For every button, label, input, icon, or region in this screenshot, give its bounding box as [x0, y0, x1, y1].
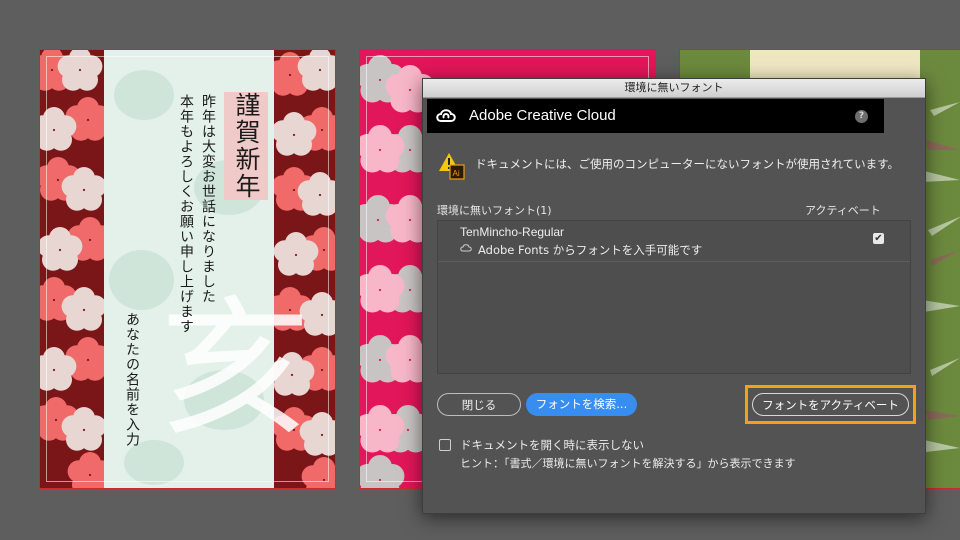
hint-text: ヒント：「書式／環境に無いフォントを解決する」から表示できます: [460, 457, 796, 470]
close-button[interactable]: 閉じる: [437, 393, 521, 416]
warning-ai-icon: Ai: [439, 153, 465, 180]
warning-message: ドキュメントには、ご使用のコンピューターにないフォントが使用されています。: [475, 157, 900, 171]
help-icon[interactable]: ?: [855, 110, 868, 123]
brand-name: Adobe Creative Cloud: [469, 107, 616, 124]
creative-cloud-icon: [460, 244, 472, 252]
artboard-new-year-card-red[interactable]: 亥 謹賀新年 昨年は大変お世話になりました 本年もよろしくお願い申し上げます あ…: [39, 49, 336, 489]
svg-text:Ai: Ai: [453, 169, 460, 178]
dialog-title[interactable]: 環境に無いフォント: [423, 79, 925, 98]
list-item[interactable]: TenMincho-Regular Adobe Fonts からフォントを入手可…: [438, 221, 910, 262]
dont-show-checkbox[interactable]: [439, 439, 451, 451]
missing-font-list[interactable]: TenMincho-Regular Adobe Fonts からフォントを入手可…: [437, 220, 911, 374]
greeting-line-2[interactable]: 本年もよろしくお願い申し上げます: [176, 94, 196, 334]
name-placeholder-text[interactable]: あなたの名前を入力: [122, 312, 142, 447]
cloud-shape: [114, 70, 174, 120]
activate-fonts-button[interactable]: フォントをアクティベート: [752, 393, 909, 416]
missing-fonts-header: 環境に無いフォント(1): [437, 204, 552, 217]
font-source: Adobe Fonts からフォントを入手可能です: [478, 243, 703, 257]
font-name: TenMincho-Regular: [460, 225, 565, 239]
dont-show-label: ドキュメントを開く時に表示しない: [460, 438, 644, 452]
greeting-title[interactable]: 謹賀新年: [224, 92, 268, 200]
creative-cloud-banner: Adobe Creative Cloud: [427, 99, 884, 133]
activate-column-header: アクティベート: [805, 204, 881, 217]
greeting-line-1[interactable]: 昨年は大変お世話になりました: [198, 94, 218, 304]
activate-checkbox[interactable]: ✔: [873, 233, 884, 244]
missing-fonts-dialog: 環境に無いフォント Adobe Creative Cloud ? Ai ドキュメ…: [422, 78, 926, 514]
find-fonts-button[interactable]: フォントを検索...: [526, 393, 637, 416]
creative-cloud-logo-icon: [436, 109, 456, 122]
